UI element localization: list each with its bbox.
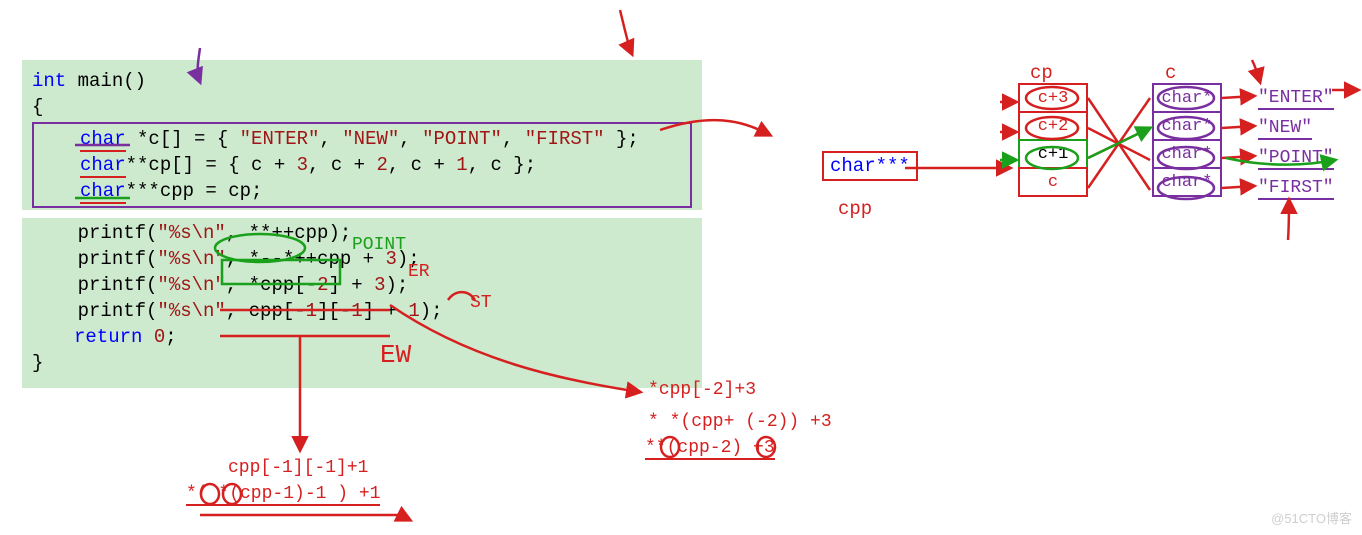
- number: 2: [376, 154, 387, 176]
- text: printf(: [32, 300, 157, 322]
- text: ] +: [363, 300, 409, 322]
- keyword: int: [32, 70, 66, 92]
- number: 2: [317, 274, 328, 296]
- keyword: char: [80, 180, 126, 204]
- text: ,: [502, 128, 525, 150]
- text: ] +: [328, 274, 374, 296]
- code-line: return 0;: [32, 324, 692, 350]
- cp-cell: c: [1018, 167, 1088, 197]
- number: 3: [374, 274, 385, 296]
- text: }: [32, 352, 43, 374]
- string-value: "POINT": [1258, 148, 1334, 170]
- text-underlined: *( *(cpp-1)-1 ) +1: [186, 484, 380, 506]
- annotation-deriv: *cpp[-2]+3: [648, 380, 756, 400]
- cp-cell: c+3: [1018, 83, 1088, 113]
- annotation-deriv: **(cpp-2) +3: [645, 438, 775, 458]
- text: {: [32, 96, 43, 118]
- annotation-st: ST: [470, 293, 492, 313]
- code-line: printf("%s\n", *cpp[-2] + 3);: [32, 272, 692, 298]
- c-stack: char* char* char* char*: [1152, 85, 1222, 197]
- code-block: int main() { char *c[] = { "ENTER", "NEW…: [22, 60, 702, 388]
- number: 1: [351, 300, 362, 322]
- text: *c[] = {: [126, 128, 240, 150]
- number: 1: [306, 300, 317, 322]
- annotation-ew: EW: [380, 340, 411, 370]
- declaration-box: char *c[] = { "ENTER", "NEW", "POINT", "…: [32, 122, 692, 208]
- watermark: @51CTO博客: [1271, 508, 1352, 527]
- number: 1: [408, 300, 419, 322]
- c-cell: char*: [1152, 111, 1222, 141]
- text: , **++cpp);: [226, 222, 351, 244]
- code-line: int main(): [32, 68, 692, 94]
- string: "POINT": [422, 128, 502, 150]
- keyword: char: [80, 154, 126, 178]
- code-line: char *c[] = { "ENTER", "NEW", "POINT", "…: [38, 126, 686, 152]
- keyword: return: [74, 326, 142, 348]
- cp-cell: c+2: [1018, 111, 1088, 141]
- number: 0: [154, 326, 165, 348]
- c-cell: char*: [1152, 139, 1222, 169]
- cp-cell: c+1: [1018, 139, 1088, 169]
- keyword: char: [80, 128, 126, 152]
- string: "FIRST": [525, 128, 605, 150]
- text: ][-: [317, 300, 351, 322]
- text: [142, 326, 153, 348]
- string-value: "NEW": [1258, 118, 1312, 140]
- format-string: "%s\n": [157, 222, 225, 244]
- code-line: }: [32, 350, 692, 376]
- c-cell: char*: [1152, 83, 1222, 113]
- annotation-point: POINT: [352, 235, 406, 255]
- c-cell: char*: [1152, 167, 1222, 197]
- text: printf(: [32, 248, 157, 270]
- text: };: [605, 128, 639, 150]
- code-gap: [22, 210, 702, 218]
- text: , cpp[-: [226, 300, 306, 322]
- format-string: "%s\n": [157, 274, 225, 296]
- code-line: char**cp[] = { c + 3, c + 2, c + 1, c };: [38, 152, 686, 178]
- text: , *cpp[-: [226, 274, 317, 296]
- text: , c +: [388, 154, 456, 176]
- format-string: "%s\n": [157, 300, 225, 322]
- annotation-deriv: cpp[-1][-1]+1: [228, 458, 368, 478]
- c-label: c: [1165, 62, 1176, 84]
- number: 1: [456, 154, 467, 176]
- text: printf(: [32, 274, 157, 296]
- cpp-box: char***: [822, 155, 918, 177]
- annotation-deriv: *( *(cpp-1)-1 ) +1: [186, 484, 380, 504]
- string: "NEW": [342, 128, 399, 150]
- text: **cp[] = { c +: [126, 154, 297, 176]
- code-line: printf("%s\n", cpp[-1][-1] + 1);: [32, 298, 692, 324]
- text: , c };: [468, 154, 536, 176]
- string-value: "ENTER": [1258, 88, 1334, 110]
- annotation-er: ER: [408, 262, 430, 282]
- format-string: "%s\n": [157, 248, 225, 270]
- text-underlined: **(cpp-2) +3: [645, 438, 775, 460]
- string: "ENTER": [240, 128, 320, 150]
- text: ***cpp = cp;: [126, 180, 263, 202]
- text: ,: [319, 128, 342, 150]
- cp-label: cp: [1030, 62, 1053, 84]
- code-line: char***cpp = cp;: [38, 178, 686, 204]
- cpp-type: char***: [822, 151, 918, 181]
- cpp-label: cpp: [838, 198, 872, 220]
- text: printf(: [32, 222, 157, 244]
- text: );: [385, 274, 408, 296]
- text: ;: [165, 326, 176, 348]
- code-line: {: [32, 94, 692, 120]
- text: ,: [399, 128, 422, 150]
- string-value: "FIRST": [1258, 178, 1334, 200]
- text: );: [420, 300, 443, 322]
- text: main(): [66, 70, 146, 92]
- cp-stack: c+3 c+2 c+1 c: [1018, 85, 1088, 197]
- text: , c +: [308, 154, 376, 176]
- number: 3: [297, 154, 308, 176]
- annotation-deriv: * *(cpp+ (-2)) +3: [648, 412, 832, 432]
